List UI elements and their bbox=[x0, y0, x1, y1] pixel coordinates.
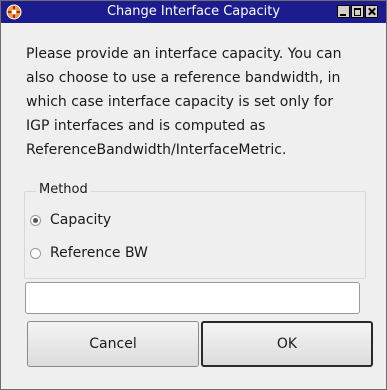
capacity-input[interactable] bbox=[25, 282, 360, 314]
dialog-window: Change Interface Capacity Please provide… bbox=[0, 0, 387, 390]
radio-label-reference-bw: Reference BW bbox=[50, 245, 148, 261]
ok-button[interactable]: OK bbox=[201, 321, 373, 367]
title-bar[interactable]: Change Interface Capacity bbox=[1, 1, 386, 23]
close-icon[interactable] bbox=[365, 5, 378, 18]
radio-reference-bw[interactable]: Reference BW bbox=[30, 245, 148, 261]
radio-button-unchecked[interactable] bbox=[30, 247, 41, 259]
radio-label-capacity: Capacity bbox=[50, 212, 112, 228]
method-group bbox=[24, 191, 366, 279]
radio-button-checked[interactable] bbox=[30, 214, 41, 226]
window-title: Change Interface Capacity bbox=[106, 4, 281, 19]
method-legend: Method bbox=[36, 182, 91, 197]
maximize-icon[interactable] bbox=[351, 5, 364, 18]
minimize-icon[interactable] bbox=[337, 5, 350, 18]
cancel-button[interactable]: Cancel bbox=[27, 321, 199, 367]
radio-capacity[interactable]: Capacity bbox=[30, 212, 111, 228]
description-text: Please provide an interface capacity. Yo… bbox=[26, 46, 342, 158]
